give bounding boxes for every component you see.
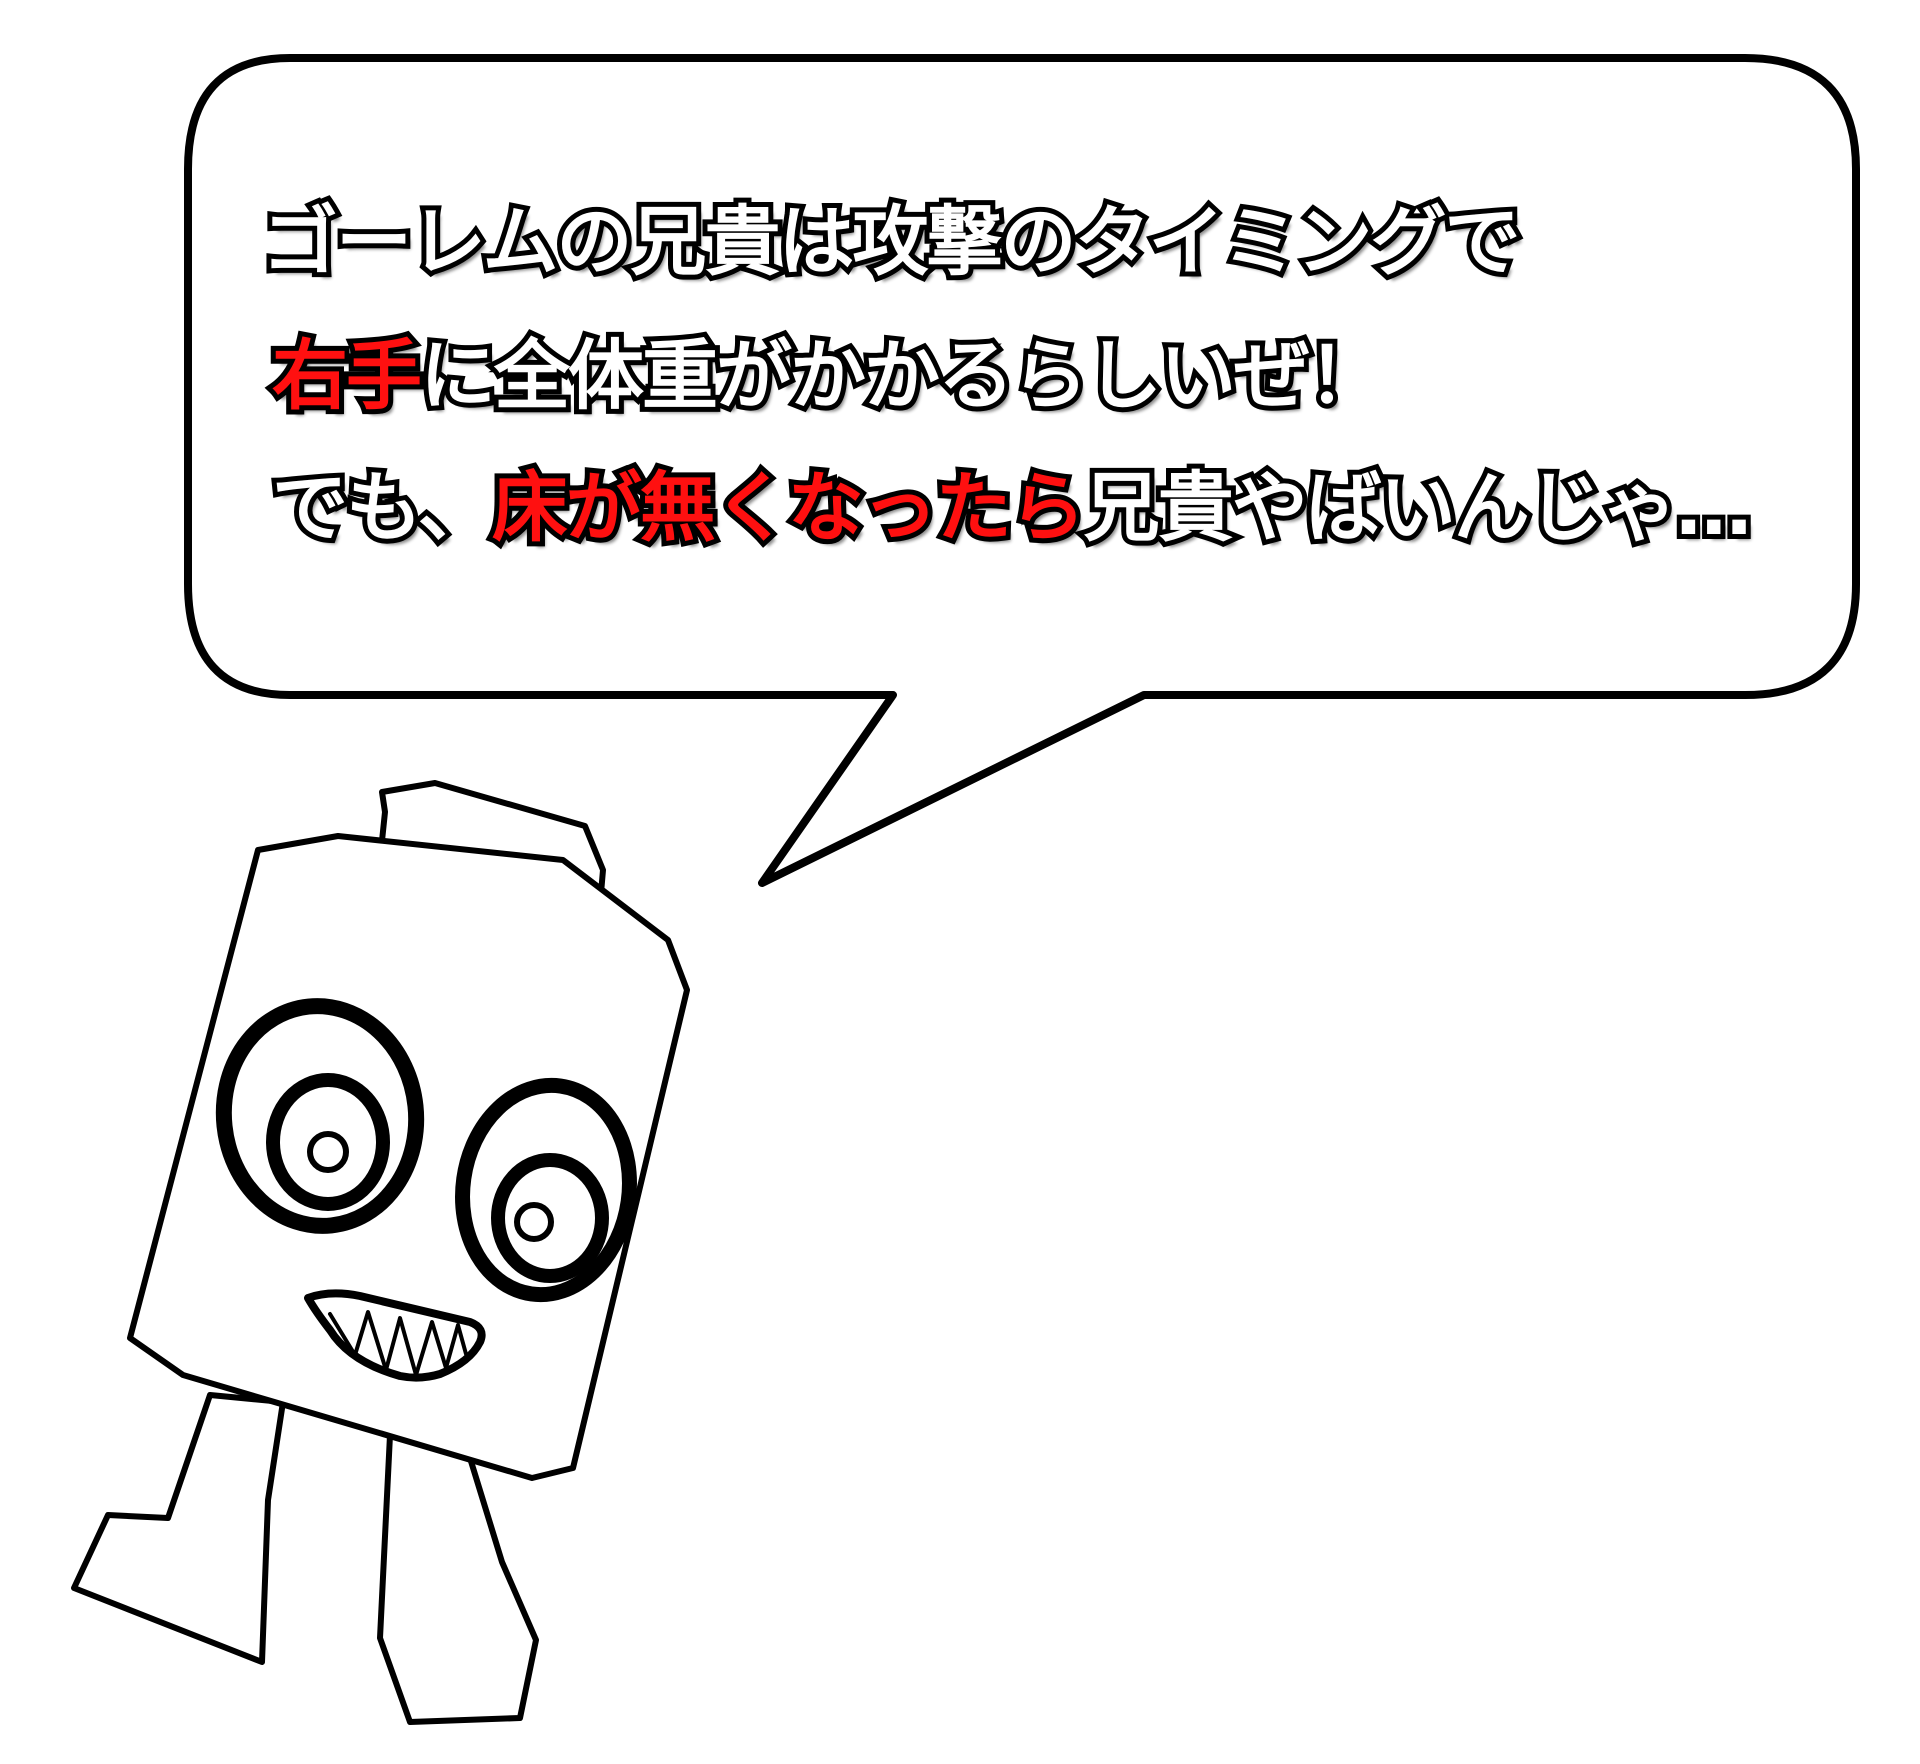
speech-line-1-text: ゴーレムの兄貴は攻撃のタイミングで [257, 197, 1525, 286]
left-eye-highlight [307, 1131, 349, 1173]
speech-highlight-no-floor: 床が無くなったら [487, 463, 1091, 552]
speech-line-2: 右手に全体重がかかるらしいぜ！ [267, 333, 1389, 419]
right-eye-highlight [514, 1202, 554, 1242]
right-leg [377, 1429, 539, 1725]
left-leg [71, 1392, 286, 1665]
speech-line-2-text: に全体重がかかるらしいぜ！ [415, 331, 1389, 420]
robot-character-icon [71, 780, 690, 1725]
speech-highlight-right-hand: 右手 [267, 331, 427, 420]
speech-line-3-lead: でも、 [267, 463, 499, 552]
speech-line-1: ゴーレムの兄貴は攻撃のタイミングで [257, 199, 1525, 285]
speech-line-3-tail: 兄貴やばいんじゃ… [1079, 463, 1757, 552]
speech-line-3: でも、床が無くなったら兄貴やばいんじゃ… [267, 465, 1757, 551]
